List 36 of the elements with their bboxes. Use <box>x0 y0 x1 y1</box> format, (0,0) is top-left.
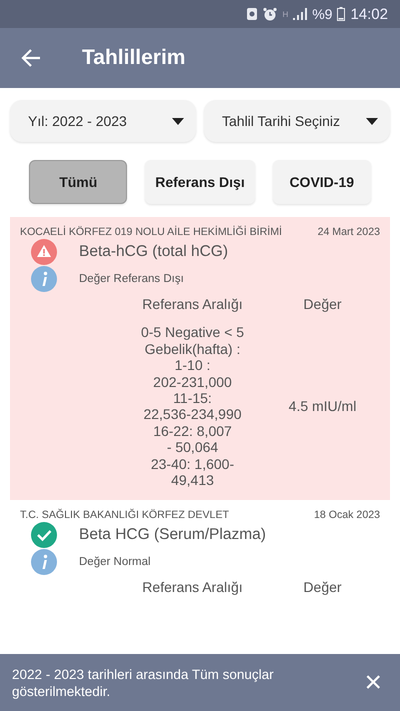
battery-level: %9 <box>312 6 332 22</box>
facility-name: KOCAELİ KÖRFEZ 019 NOLU AİLE HEKİMLİĞİ BİRİMİ <box>20 226 282 238</box>
battery-icon <box>337 7 346 21</box>
network-type: H <box>282 10 288 18</box>
clock-time: 14:02 <box>350 6 388 22</box>
column-header: Referans Aralığı <box>141 578 244 598</box>
filter-tab[interactable]: Referans Dışı <box>145 160 255 204</box>
result-date: 24 Mart 2023 <box>318 226 380 238</box>
test-name: Beta-hCG (total hCG) <box>79 243 228 261</box>
back-button[interactable] <box>20 48 42 68</box>
test-name: Beta HCG (Serum/Plazma) <box>79 526 266 544</box>
alarm-icon <box>263 7 278 21</box>
filter-dropdown[interactable]: Yıl: 2022 - 2023 <box>10 100 196 142</box>
check-icon <box>31 522 57 548</box>
result-date: 18 Ocak 2023 <box>314 509 380 522</box>
column-header: Değer <box>302 578 343 598</box>
reference-range: 0-5 Negative < 5 Gebelik(hafta) : 1-10 : 202-231,000 11-15: 22,536-234,990 16-22: 8,007 - 50,064 23-40: 1,600- 49,413 <box>140 324 246 488</box>
warning-icon <box>31 239 57 265</box>
info-icon[interactable] <box>31 549 57 576</box>
caret-icon <box>366 118 378 124</box>
info-icon[interactable] <box>31 266 57 292</box>
snackbar-message: 2022 - 2023 tarihleri arasında Tüm sonuçlar gösterilmektedir. <box>12 666 275 700</box>
caret-icon <box>172 118 184 124</box>
page-title: Tahlillerim <box>82 46 186 70</box>
result-status: Değer Referans Dışı <box>79 273 184 285</box>
result-value: 4.5 mIU/ml <box>288 398 358 415</box>
column-header: Referans Aralığı <box>141 295 244 314</box>
signal-icon <box>293 8 308 20</box>
filter-tab[interactable]: COVID-19 <box>272 160 371 204</box>
close-button[interactable]: × <box>360 668 386 698</box>
result-status: Değer Normal <box>79 556 151 568</box>
filter-dropdown[interactable]: Tahlil Tarihi Seçiniz <box>204 100 390 142</box>
facility-name: T.C. SAĞLIK BAKANLIĞI KÖRFEZ DEVLET <box>20 509 229 522</box>
column-header: Değer <box>302 295 343 314</box>
filter-tab[interactable]: Tümü <box>29 160 128 204</box>
battery-saver-icon <box>246 7 258 21</box>
